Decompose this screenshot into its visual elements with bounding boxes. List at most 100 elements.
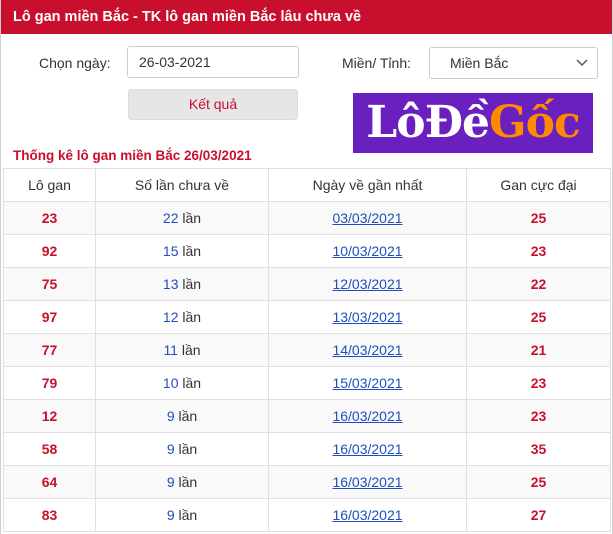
table-row: 75 13 lần 12/03/2021 22 [3, 267, 611, 301]
table-row: 79 10 lần 15/03/2021 23 [3, 366, 611, 400]
lo-number: 23 [3, 201, 96, 235]
miss-count: 22 lần [95, 201, 269, 235]
max-gan: 23 [466, 234, 611, 268]
lo-number: 77 [3, 333, 96, 367]
last-date-cell: 14/03/2021 [268, 333, 467, 367]
logo-part-2: Đề [424, 97, 490, 148]
miss-count: 11 lần [95, 333, 269, 367]
miss-count: 9 lần [95, 432, 269, 466]
max-gan: 23 [466, 366, 611, 400]
last-date-cell: 16/03/2021 [268, 432, 467, 466]
table-row: 64 9 lần 16/03/2021 25 [3, 465, 611, 499]
chevron-down-icon [576, 59, 588, 67]
miss-count-unit: lần [178, 507, 198, 523]
last-date-cell: 10/03/2021 [268, 234, 467, 268]
last-date-cell: 16/03/2021 [268, 465, 467, 499]
miss-count-value: 15 [162, 243, 179, 259]
lo-number: 83 [3, 498, 96, 532]
last-date-cell: 12/03/2021 [268, 267, 467, 301]
max-gan: 22 [466, 267, 611, 301]
last-date-link[interactable]: 13/03/2021 [332, 309, 402, 325]
miss-count-value: 11 [163, 342, 178, 358]
miss-count-value: 10 [162, 375, 179, 391]
miss-count-value: 13 [162, 276, 179, 292]
submit-button[interactable]: Kết quả [128, 89, 298, 120]
max-gan: 35 [466, 432, 611, 466]
miss-count-value: 9 [166, 507, 175, 523]
miss-count-value: 9 [166, 408, 175, 424]
lo-gan-table: Lô gan Số lần chưa về Ngày về gần nhất G… [3, 168, 611, 532]
last-date-link[interactable]: 15/03/2021 [332, 375, 402, 391]
last-date-cell: 16/03/2021 [268, 498, 467, 532]
table-row: 83 9 lần 16/03/2021 27 [3, 498, 611, 532]
miss-count: 10 lần [95, 366, 269, 400]
date-input[interactable]: 26-03-2021 [127, 46, 299, 78]
max-gan: 25 [466, 465, 611, 499]
miss-count-value: 12 [162, 309, 179, 325]
last-date-link[interactable]: 10/03/2021 [332, 243, 402, 259]
table-row: 58 9 lần 16/03/2021 35 [3, 432, 611, 466]
miss-count: 13 lần [95, 267, 269, 301]
max-gan: 25 [466, 201, 611, 235]
header-lo-gan: Lô gan [3, 168, 96, 202]
logo-part-1: Lô [366, 97, 425, 148]
miss-count-value: 9 [166, 474, 175, 490]
table-row: 12 9 lần 16/03/2021 23 [3, 399, 611, 433]
miss-count-unit: lần [182, 210, 202, 226]
max-gan: 25 [466, 300, 611, 334]
lo-number: 58 [3, 432, 96, 466]
last-date-link[interactable]: 16/03/2021 [332, 408, 402, 424]
lo-number: 64 [3, 465, 96, 499]
header-last-date: Ngày về gần nhất [268, 168, 467, 202]
last-date-link[interactable]: 16/03/2021 [332, 507, 402, 523]
last-date-cell: 13/03/2021 [268, 300, 467, 334]
page: Lô gan miền Bắc - TK lô gan miền Bắc lâu… [0, 0, 613, 534]
table-row: 92 15 lần 10/03/2021 23 [3, 234, 611, 268]
last-date-cell: 15/03/2021 [268, 366, 467, 400]
last-date-link[interactable]: 03/03/2021 [332, 210, 402, 226]
region-select-value: Miền Bắc [450, 55, 509, 71]
lo-number: 97 [3, 300, 96, 334]
lo-number: 92 [3, 234, 96, 268]
last-date-cell: 03/03/2021 [268, 201, 467, 235]
header-max-gan: Gan cực đại [466, 168, 611, 202]
miss-count: 12 lần [95, 300, 269, 334]
max-gan: 23 [466, 399, 611, 433]
logo-part-3: Gốc [489, 97, 581, 148]
region-label: Miền/ Tỉnh: [342, 55, 411, 71]
miss-count-unit: lần [182, 276, 202, 292]
table-row: 97 12 lần 13/03/2021 25 [3, 300, 611, 334]
lo-number: 79 [3, 366, 96, 400]
miss-count: 9 lần [95, 399, 269, 433]
table-row: 23 22 lần 03/03/2021 25 [3, 201, 611, 235]
site-logo[interactable]: LôĐềGốc [353, 93, 593, 153]
date-label: Chọn ngày: [39, 55, 111, 71]
lo-number: 12 [3, 399, 96, 433]
last-date-link[interactable]: 14/03/2021 [332, 342, 402, 358]
table-header-row: Lô gan Số lần chưa về Ngày về gần nhất G… [3, 168, 611, 202]
last-date-link[interactable]: 12/03/2021 [332, 276, 402, 292]
max-gan: 27 [466, 498, 611, 532]
miss-count-unit: lần [178, 474, 198, 490]
miss-count: 9 lần [95, 465, 269, 499]
last-date-cell: 16/03/2021 [268, 399, 467, 433]
page-header: Lô gan miền Bắc - TK lô gan miền Bắc lâu… [1, 0, 612, 34]
miss-count-unit: lần [178, 408, 198, 424]
last-date-link[interactable]: 16/03/2021 [332, 441, 402, 457]
table-row: 77 11 lần 14/03/2021 21 [3, 333, 611, 367]
last-date-link[interactable]: 16/03/2021 [332, 474, 402, 490]
header-count: Số lần chưa về [95, 168, 269, 202]
miss-count-value: 9 [166, 441, 175, 457]
miss-count-unit: lần [182, 243, 202, 259]
miss-count-value: 22 [162, 210, 179, 226]
section-title: Thống kê lô gan miền Bắc 26/03/2021 [13, 148, 252, 163]
miss-count: 9 lần [95, 498, 269, 532]
miss-count: 15 lần [95, 234, 269, 268]
miss-count-unit: lần [182, 309, 202, 325]
miss-count-unit: lần [182, 375, 202, 391]
region-select[interactable]: Miền Bắc [429, 47, 598, 79]
miss-count-unit: lần [178, 441, 198, 457]
max-gan: 21 [466, 333, 611, 367]
lo-number: 75 [3, 267, 96, 301]
miss-count-unit: lần [181, 342, 201, 358]
